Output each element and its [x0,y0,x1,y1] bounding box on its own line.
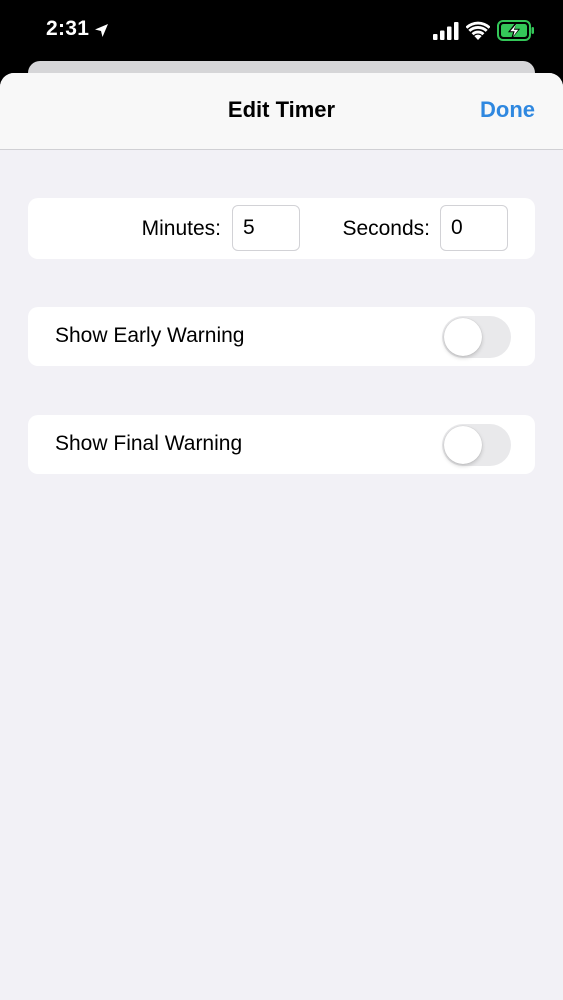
toggle-knob [444,426,482,464]
location-arrow-icon [95,24,108,37]
final-warning-toggle[interactable] [442,424,511,466]
status-time: 2:31 [46,17,90,40]
done-button[interactable]: Done [480,97,535,123]
battery-charging-icon [497,20,534,41]
early-warning-toggle[interactable] [442,316,511,358]
minutes-field[interactable]: 5 [232,205,300,251]
cellular-signal-icon [433,22,459,40]
seconds-field[interactable]: 0 [440,205,508,251]
toggle-knob [444,318,482,356]
navigation-bar: Edit Timer Done [0,73,563,150]
wifi-icon [466,21,490,40]
page-title: Edit Timer [227,97,336,122]
final-warning-label: Show Final Warning [55,432,243,455]
early-warning-row: Show Early Warning [28,307,535,366]
final-warning-row: Show Final Warning [28,415,535,474]
early-warning-label: Show Early Warning [55,324,245,347]
timer-duration-row: Minutes: 5 Seconds: 0 [28,198,535,259]
edit-timer-sheet: Edit Timer Done Minutes: 5 Seconds: 0 Sh… [0,73,563,1000]
status-bar: 2:31 [0,0,563,62]
minutes-label: Minutes: [141,217,221,240]
seconds-label: Seconds: [342,217,430,240]
